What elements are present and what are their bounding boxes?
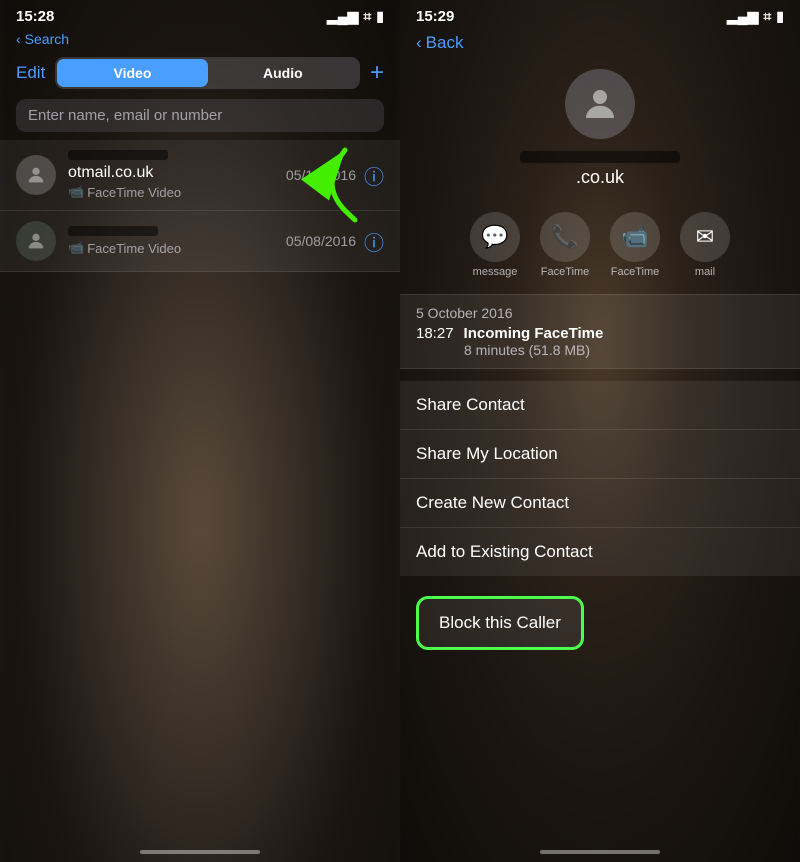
create-contact-item[interactable]: Create New Contact: [400, 479, 800, 528]
share-location-item[interactable]: Share My Location: [400, 430, 800, 479]
mail-action[interactable]: ✉ mail: [680, 212, 730, 278]
call-detail-type: Incoming FaceTime: [464, 325, 604, 342]
battery-icon: ▮: [776, 8, 784, 25]
wifi-icon: ⌗: [363, 8, 371, 25]
video-tab[interactable]: Video: [57, 59, 207, 87]
audio-tab[interactable]: Audio: [208, 59, 358, 87]
wifi-icon: ⌗: [763, 8, 771, 25]
facetime-video-icon[interactable]: 📹: [610, 212, 660, 262]
message-action[interactable]: 💬 message: [470, 212, 520, 278]
contact-header: .co.uk: [400, 59, 800, 204]
status-bar-left: 15:28 ▂▄▆ ⌗ ▮: [0, 0, 400, 29]
back-nav-right[interactable]: ‹ Back: [400, 29, 800, 59]
action-buttons: 💬 message 📞 FaceTime 📹 FaceTime ✉ mail: [400, 204, 800, 290]
battery-icon: ▮: [376, 8, 384, 25]
right-content: 15:29 ▂▄▆ ⌗ ▮ ‹ Back .co.uk 💬: [400, 0, 800, 862]
left-content: 15:28 ▂▄▆ ⌗ ▮ ‹ Search Edit Video Audio …: [0, 0, 400, 862]
call-meta: 05/08/2016 ⓘ: [286, 227, 384, 256]
call-list: otmail.co.uk 📹 FaceTime Video 05/10/2016…: [0, 140, 400, 862]
search-placeholder: Enter name, email or number: [28, 107, 222, 124]
back-label-left: Search: [25, 31, 69, 47]
signal-icon: ▂▄▆: [327, 8, 358, 25]
contact-avatar: [565, 69, 635, 139]
video-icon: 📹: [68, 240, 84, 256]
facetime-audio-label: FaceTime: [541, 266, 590, 278]
call-info: 📹 FaceTime Video: [68, 226, 274, 256]
block-caller-button[interactable]: Block this Caller: [416, 596, 584, 650]
call-meta: 05/10/2016 ⓘ: [286, 161, 384, 190]
chevron-left-icon: ‹: [16, 31, 21, 47]
mail-label: mail: [695, 266, 715, 278]
nav-bar-left: Edit Video Audio +: [0, 51, 400, 95]
phone-icon[interactable]: 📞: [540, 212, 590, 262]
add-button[interactable]: +: [370, 61, 384, 85]
call-info: otmail.co.uk 📹 FaceTime Video: [68, 150, 274, 200]
menu-list: Share Contact Share My Location Create N…: [400, 381, 800, 576]
home-indicator-left: [140, 850, 260, 854]
call-detail-time: 18:27: [416, 325, 454, 342]
call-item[interactable]: 📹 FaceTime Video 05/08/2016 ⓘ: [0, 211, 400, 272]
call-type: 📹 FaceTime Video: [68, 240, 274, 256]
call-type: 📹 FaceTime Video: [68, 184, 274, 200]
status-icons-right: ▂▄▆ ⌗ ▮: [727, 8, 784, 25]
call-detail-date: 5 October 2016: [416, 305, 784, 321]
avatar: [16, 221, 56, 261]
call-name: otmail.co.uk: [68, 164, 274, 182]
right-panel: 15:29 ▂▄▆ ⌗ ▮ ‹ Back .co.uk 💬: [400, 0, 800, 862]
mail-icon[interactable]: ✉: [680, 212, 730, 262]
facetime-video-action[interactable]: 📹 FaceTime: [610, 212, 660, 278]
call-detail-section: 5 October 2016 18:27 Incoming FaceTime 8…: [400, 294, 800, 369]
block-section: Block this Caller: [400, 592, 800, 654]
back-link-left[interactable]: ‹ Search: [0, 29, 400, 51]
info-button[interactable]: ⓘ: [364, 161, 384, 190]
video-icon: 📹: [68, 184, 84, 200]
avatar: [16, 155, 56, 195]
left-panel: 15:28 ▂▄▆ ⌗ ▮ ‹ Search Edit Video Audio …: [0, 0, 400, 862]
edit-button[interactable]: Edit: [16, 63, 45, 83]
call-item[interactable]: otmail.co.uk 📹 FaceTime Video 05/10/2016…: [0, 140, 400, 211]
segment-control: Video Audio: [55, 57, 360, 89]
message-label: message: [473, 266, 518, 278]
status-bar-right: 15:29 ▂▄▆ ⌗ ▮: [400, 0, 800, 29]
call-date: 05/10/2016: [286, 167, 356, 183]
call-date: 05/08/2016: [286, 233, 356, 249]
contact-domain: .co.uk: [576, 167, 624, 188]
time-right: 15:29: [416, 8, 454, 25]
share-contact-item[interactable]: Share Contact: [400, 381, 800, 430]
facetime-video-label: FaceTime: [611, 266, 660, 278]
call-detail-size: 8 minutes (51.8 MB): [416, 342, 784, 358]
add-existing-item[interactable]: Add to Existing Contact: [400, 528, 800, 576]
back-label-right: Back: [426, 33, 464, 53]
home-indicator-right: [540, 850, 660, 854]
facetime-audio-action[interactable]: 📞 FaceTime: [540, 212, 590, 278]
search-bar[interactable]: Enter name, email or number: [16, 99, 384, 132]
chevron-left-icon: ‹: [416, 33, 422, 53]
message-icon[interactable]: 💬: [470, 212, 520, 262]
status-icons-left: ▂▄▆ ⌗ ▮: [327, 8, 384, 25]
time-left: 15:28: [16, 8, 54, 25]
info-button[interactable]: ⓘ: [364, 227, 384, 256]
signal-icon: ▂▄▆: [727, 8, 758, 25]
